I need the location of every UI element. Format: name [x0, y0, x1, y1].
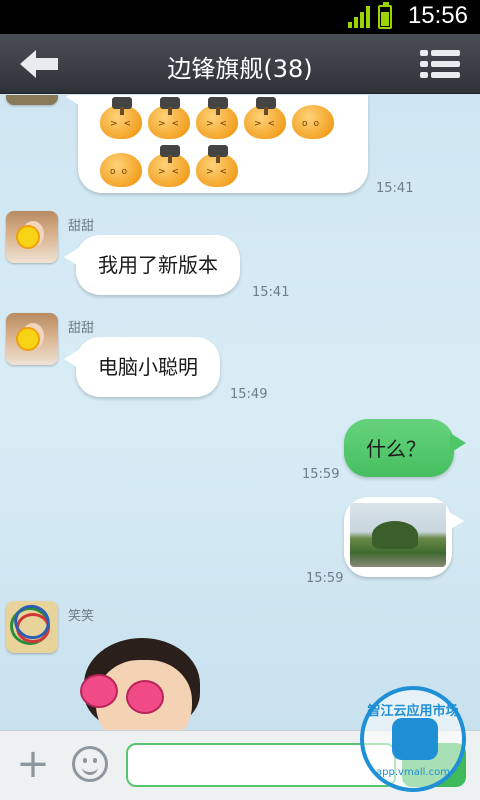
sender-name: 甜甜 [68, 219, 95, 234]
message-time: 15:41 [376, 181, 414, 196]
watermark-top-text: 智江云应用市场 [367, 704, 459, 719]
message-time: 15:41 [252, 285, 290, 300]
menu-list-icon[interactable] [420, 48, 460, 80]
message-time: 15:49 [230, 387, 268, 402]
emoji-hammer-icon: >< [194, 97, 240, 139]
avatar[interactable] [6, 95, 58, 105]
battery-icon [378, 2, 392, 29]
title-bar: 边锋旗舰(38) [0, 34, 480, 94]
chat-area[interactable]: >< >< >< >< oo oo >< >< 15:41 甜甜 我用了新版本 … [0, 95, 480, 730]
status-time: 15:56 [407, 2, 468, 29]
emoji-hammer-icon: >< [242, 97, 288, 139]
message-text: 什么？ [366, 437, 426, 461]
chat-title: 边锋旗舰(38) [167, 55, 313, 83]
appstore-watermark-logo: 智江云应用市场 app.vmall.com [360, 686, 466, 792]
message-text: 我用了新版本 [98, 253, 218, 277]
emoji-hammer-icon: >< [146, 97, 192, 139]
emoji-hammer-icon: >< [146, 145, 192, 187]
emoji-smile-icon[interactable] [72, 746, 108, 782]
status-bar: 15:56 [0, 0, 480, 34]
emoji-hammer-icon: >< [194, 145, 240, 187]
signal-icon [348, 6, 370, 28]
outgoing-photo-bubble[interactable] [344, 497, 464, 577]
sticker-image[interactable] [66, 630, 216, 730]
cloud-bag-icon [392, 718, 438, 760]
avatar[interactable] [6, 211, 58, 263]
emoji-hammer-icon: >< [98, 97, 144, 139]
plus-icon[interactable]: + [14, 744, 52, 784]
sender-name: 甜甜 [68, 321, 95, 336]
emoji-thinking-icon: oo [290, 97, 336, 139]
avatar[interactable] [6, 601, 58, 653]
emoji-tongue-icon: oo [98, 145, 144, 187]
message-bubble[interactable]: 我用了新版本 [64, 235, 240, 295]
message-time: 15:59 [306, 571, 344, 586]
avatar[interactable] [6, 313, 58, 365]
shared-photo[interactable] [350, 503, 446, 567]
message-text: 电脑小聪明 [98, 355, 198, 379]
message-input[interactable] [126, 743, 396, 787]
message-time: 15:59 [302, 467, 340, 482]
watermark-bottom-text: app.vmall.com [376, 767, 450, 778]
heart-eye-icon [82, 676, 116, 706]
message-bubble[interactable]: 电脑小聪明 [64, 337, 220, 397]
heart-eye-icon [128, 682, 162, 712]
sender-name: 笑笑 [68, 609, 95, 624]
emoji-message-bubble[interactable]: >< >< >< >< oo oo >< >< [66, 95, 368, 193]
outgoing-message-bubble[interactable]: 什么？ [344, 419, 466, 477]
